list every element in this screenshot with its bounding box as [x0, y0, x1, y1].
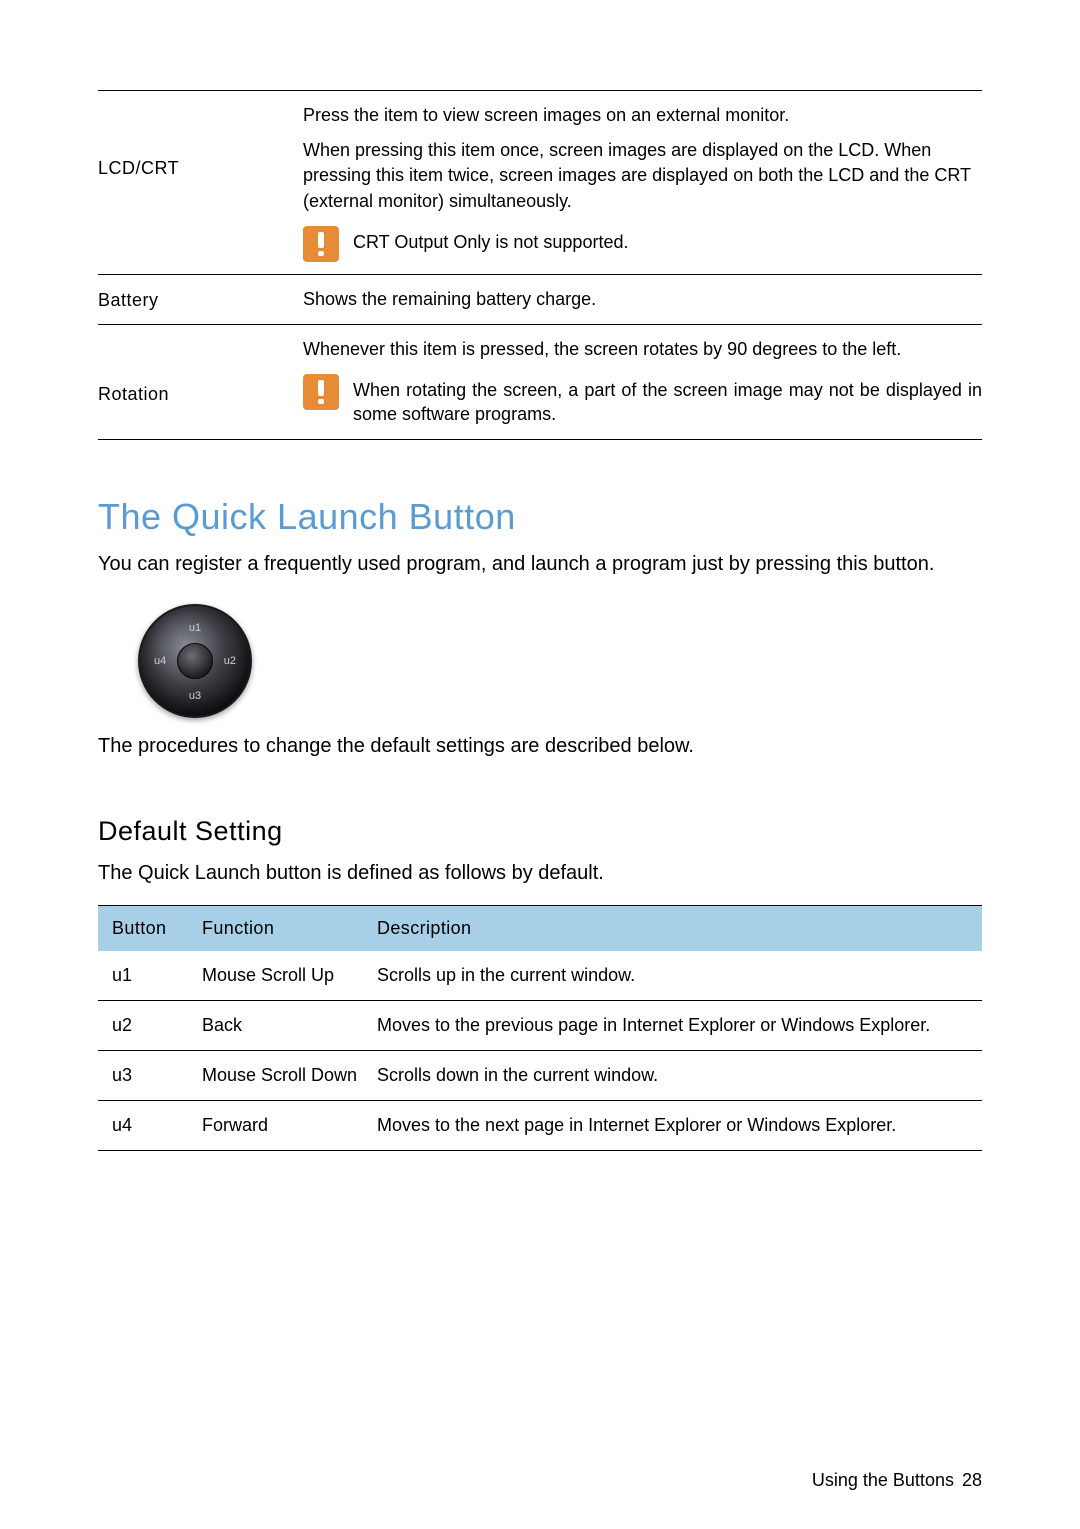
body-text: The Quick Launch button is defined as fo… [98, 859, 982, 887]
note: CRT Output Only is not supported. [303, 226, 982, 262]
table-row: Battery Shows the remaining battery char… [98, 275, 982, 325]
table-row: Rotation Whenever this item is pressed, … [98, 325, 982, 440]
note-text: When rotating the screen, a part of the … [353, 374, 982, 427]
row-text: Press the item to view screen images on … [303, 103, 982, 128]
row-content: Shows the remaining battery charge. [303, 287, 982, 312]
warning-icon [303, 374, 339, 410]
row-label: Battery [98, 287, 303, 312]
row-text: When pressing this item once, screen ima… [303, 138, 982, 214]
button-label-u1: u1 [189, 622, 201, 634]
button-label-u2: u2 [224, 655, 236, 667]
cell-button: u2 [112, 1015, 202, 1036]
button-label-u3: u3 [189, 690, 201, 702]
row-text: Whenever this item is pressed, the scree… [303, 337, 982, 362]
header-description: Description [377, 918, 968, 939]
cell-function: Mouse Scroll Up [202, 965, 377, 986]
button-label-u4: u4 [154, 655, 166, 667]
subsection-heading: Default Setting [98, 816, 982, 847]
row-label: LCD/CRT [98, 103, 303, 262]
items-table: LCD/CRT Press the item to view screen im… [98, 90, 982, 440]
cell-function: Forward [202, 1115, 377, 1136]
note: When rotating the screen, a part of the … [303, 374, 982, 427]
header-button: Button [112, 918, 202, 939]
row-text: Shows the remaining battery charge. [303, 287, 982, 312]
cell-function: Back [202, 1015, 377, 1036]
table-row: u2 Back Moves to the previous page in In… [98, 1001, 982, 1051]
page-number: 28 [962, 1470, 982, 1491]
cell-function: Mouse Scroll Down [202, 1065, 377, 1086]
body-text: The procedures to change the default set… [98, 732, 982, 760]
cell-button: u3 [112, 1065, 202, 1086]
table-row: u1 Mouse Scroll Up Scrolls up in the cur… [98, 951, 982, 1001]
cell-description: Moves to the next page in Internet Explo… [377, 1115, 968, 1136]
row-content: Press the item to view screen images on … [303, 103, 982, 262]
row-label: Rotation [98, 337, 303, 427]
note-text: CRT Output Only is not supported. [353, 226, 628, 254]
quick-launch-button-image: u1 u2 u3 u4 [138, 604, 982, 718]
cell-description: Scrolls down in the current window. [377, 1065, 968, 1086]
table-row: LCD/CRT Press the item to view screen im… [98, 91, 982, 275]
cell-button: u4 [112, 1115, 202, 1136]
table-header: Button Function Description [98, 905, 982, 951]
cell-description: Moves to the previous page in Internet E… [377, 1015, 968, 1036]
warning-icon [303, 226, 339, 262]
cell-button: u1 [112, 965, 202, 986]
footer-text: Using the Buttons [812, 1470, 954, 1491]
table-row: u3 Mouse Scroll Down Scrolls down in the… [98, 1051, 982, 1101]
section-heading: The Quick Launch Button [98, 496, 982, 538]
row-content: Whenever this item is pressed, the scree… [303, 337, 982, 427]
header-function: Function [202, 918, 377, 939]
table-row: u4 Forward Moves to the next page in Int… [98, 1101, 982, 1151]
body-text: You can register a frequently used progr… [98, 550, 982, 578]
cell-description: Scrolls up in the current window. [377, 965, 968, 986]
page-footer: Using the Buttons 28 [812, 1470, 982, 1491]
default-setting-table: Button Function Description u1 Mouse Scr… [98, 905, 982, 1151]
